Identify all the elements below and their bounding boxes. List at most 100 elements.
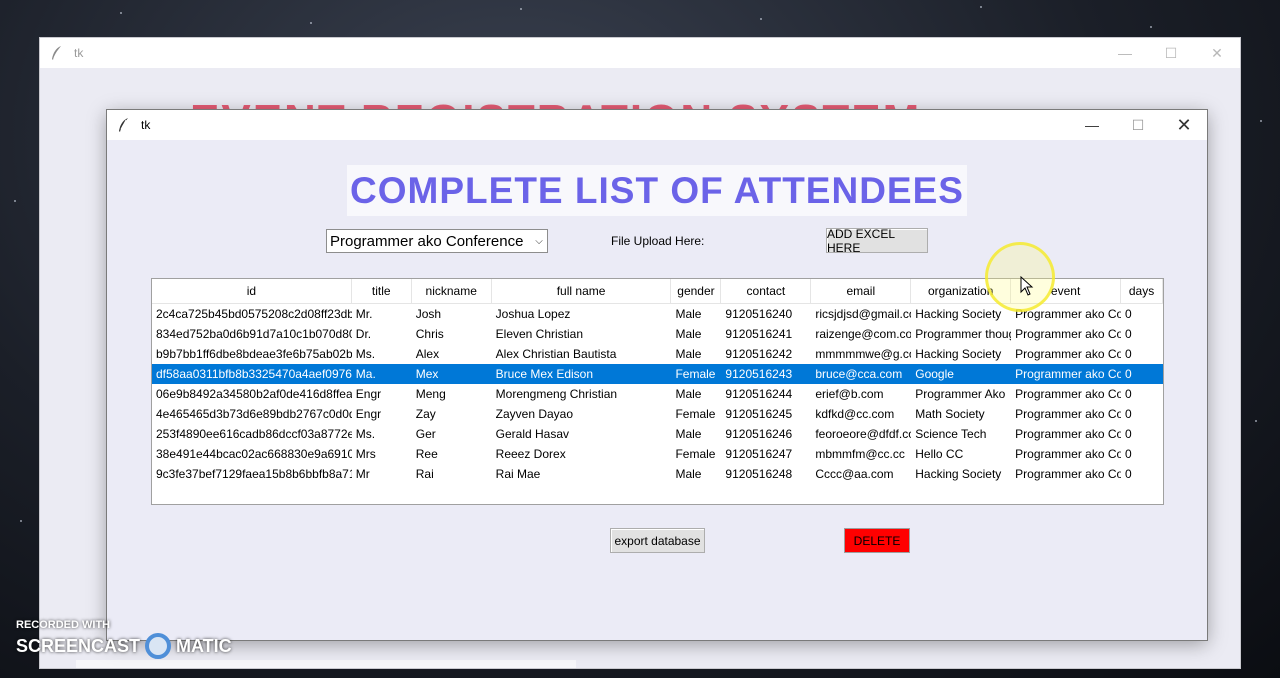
table-row[interactable]: 06e9b8492a34580b2af0de416d8ffeac Engr Meng…: [152, 384, 1163, 404]
table-cell: Rai Mae: [495, 467, 541, 481]
table-cell: Morengmeng Christian: [495, 387, 618, 401]
table-cell: mbmmfm@cc.cc: [815, 447, 905, 461]
table-cell: Female: [675, 407, 716, 421]
table-cell: Male: [675, 307, 702, 321]
background-close-button[interactable]: ✕: [1194, 38, 1240, 68]
event-select[interactable]: Programmer ako Conference ⌵: [326, 229, 548, 253]
table-cell: Reeez Dorex: [495, 447, 566, 461]
event-select-value: Programmer ako Conference: [330, 232, 524, 250]
table-cell: raizenge@com.com: [815, 327, 911, 341]
table-cell: Male: [675, 347, 702, 361]
table-row[interactable]: 253f4890ee616cadb86dccf03a8772eb Ms. Ger Ge…: [152, 424, 1163, 444]
table-cell: Mrs: [355, 447, 376, 461]
table-cell: Alex: [415, 347, 440, 361]
background-window-title: tk: [74, 46, 84, 60]
table-cell: 9120516247: [725, 447, 793, 461]
table-cell: Female: [675, 447, 716, 461]
table-cell: 9120516245: [725, 407, 793, 421]
column-header[interactable]: days: [1121, 279, 1163, 303]
minimize-button[interactable]: —: [1069, 110, 1115, 140]
tk-feather-icon: [52, 46, 61, 60]
table-row[interactable]: df58aa0311bfb8b3325470a4aef0976a Ma. Mex Br…: [152, 364, 1163, 384]
column-header[interactable]: full name: [492, 279, 672, 303]
chevron-down-icon[interactable]: ⌵: [531, 236, 547, 247]
background-minimize-button[interactable]: —: [1102, 38, 1148, 68]
table-cell: Bruce Mex Edison: [495, 367, 594, 381]
table-row[interactable]: b9b7bb1ff6dbe8bdeae3fe6b75ab02b Ms. Alex Al…: [152, 344, 1163, 364]
table-cell: Ms.: [355, 347, 376, 361]
table-cell: Ms.: [355, 427, 376, 441]
table-cell: Dr.: [355, 327, 372, 341]
column-header[interactable]: email: [811, 279, 912, 303]
column-header[interactable]: nickname: [412, 279, 492, 303]
add-excel-button[interactable]: ADD EXCEL HERE: [826, 227, 928, 255]
delete-button[interactable]: DELETE: [844, 528, 910, 553]
table-cell: Ger: [415, 427, 436, 441]
close-button[interactable]: ✕: [1161, 110, 1207, 140]
background-window-titlebar[interactable]: tk — ☐ ✕: [40, 38, 1240, 68]
table-cell: 0: [1125, 407, 1132, 421]
table-body: 2c4ca725b45bd0575208c2d08ff23db8 Mr. Josh J…: [152, 304, 1163, 484]
watermark-matic: MATIC: [176, 635, 232, 656]
table-cell: 06e9b8492a34580b2af0de416d8ffeac: [156, 387, 352, 401]
column-header[interactable]: id: [152, 279, 352, 303]
table-cell: Math Society: [915, 407, 985, 421]
table-cell: Programmer thought: [915, 327, 1011, 341]
table-cell: b9b7bb1ff6dbe8bdeae3fe6b75ab02b: [156, 347, 352, 361]
window-titlebar[interactable]: tk — ☐ ✕: [107, 110, 1207, 140]
attendees-window: tk — ☐ ✕ COMPLETE LIST OF ATTENDEES Prog…: [107, 110, 1207, 640]
table-cell: Programmer ako Conference: [1015, 327, 1121, 341]
table-cell: Google: [915, 367, 954, 381]
table-cell: Programmer ako Conference: [1015, 367, 1121, 381]
table-cell: Programmer ako Conference: [1015, 467, 1121, 481]
table-cell: kdfkd@cc.com: [815, 407, 895, 421]
export-database-button[interactable]: export database: [610, 528, 705, 553]
table-cell: 253f4890ee616cadb86dccf03a8772eb: [156, 427, 352, 441]
column-header[interactable]: gender: [671, 279, 722, 303]
table-row[interactable]: 834ed752ba0d6b91d7a10c1b070d807 Dr. Chris E…: [152, 324, 1163, 344]
table-cell: mmmmmwe@g.com: [815, 347, 911, 361]
table-cell: Programmer ako Conference: [1015, 427, 1121, 441]
table-cell: Engr: [355, 407, 382, 421]
screencast-logo-icon: [145, 633, 172, 659]
table-cell: Science Tech: [915, 427, 987, 441]
watermark-line1: RECORDED WITH: [16, 619, 111, 631]
table-cell: Programmer ako Conference: [1015, 387, 1121, 401]
table-row[interactable]: 9c3fe37bef7129faea15b8b6bbfb8a71 Mr Rai Rai…: [152, 464, 1163, 484]
maximize-button[interactable]: ☐: [1115, 110, 1161, 140]
table-cell: Programmer ako Conference: [1015, 407, 1121, 421]
table-row[interactable]: 4e465465d3b73d6e89bdb2767c0d0d9 Engr Zay Za…: [152, 404, 1163, 424]
table-cell: Male: [675, 387, 702, 401]
table-cell: Mr.: [355, 307, 373, 321]
page-title: COMPLETE LIST OF ATTENDEES: [347, 165, 967, 216]
mouse-cursor-icon: [1020, 276, 1034, 296]
attendees-table[interactable]: id title nickname full name gender contact ema…: [151, 278, 1164, 505]
table-cell: Male: [675, 427, 702, 441]
table-cell: Mr: [355, 467, 370, 481]
table-cell: Programmer ako Conference: [1015, 447, 1121, 461]
window-title: tk: [141, 118, 151, 132]
screencast-watermark: RECORDED WITH SCREENCAST MATIC: [16, 619, 232, 659]
table-cell: Hacking Society: [915, 347, 1002, 361]
watermark-screencast: SCREENCAST: [16, 635, 141, 656]
column-header[interactable]: contact: [721, 279, 812, 303]
background-maximize-button[interactable]: ☐: [1148, 38, 1194, 68]
table-cell: 0: [1125, 327, 1132, 341]
table-cell: Ma.: [355, 367, 376, 381]
file-upload-label: File Upload Here:: [611, 234, 705, 248]
table-cell: 9120516248: [725, 467, 793, 481]
table-cell: Zayven Dayao: [495, 407, 574, 421]
table-row[interactable]: 38e491e44bcac02ac668830e9a6910a9 Mrs Ree Re…: [152, 444, 1163, 464]
table-cell: 9120516244: [725, 387, 793, 401]
table-cell: Programmer ako Conference: [1015, 347, 1121, 361]
table-cell: 0: [1125, 347, 1132, 361]
table-cell: 9120516243: [725, 367, 793, 381]
column-header[interactable]: title: [352, 279, 412, 303]
table-cell: Hacking Society: [915, 467, 1002, 481]
table-cell: Male: [675, 327, 702, 341]
table-cell: Male: [675, 467, 702, 481]
table-cell: Programmer Ako: [915, 387, 1006, 401]
table-cell: Zay: [415, 407, 436, 421]
background-strip: [76, 660, 576, 668]
table-cell: 834ed752ba0d6b91d7a10c1b070d807: [156, 327, 352, 341]
